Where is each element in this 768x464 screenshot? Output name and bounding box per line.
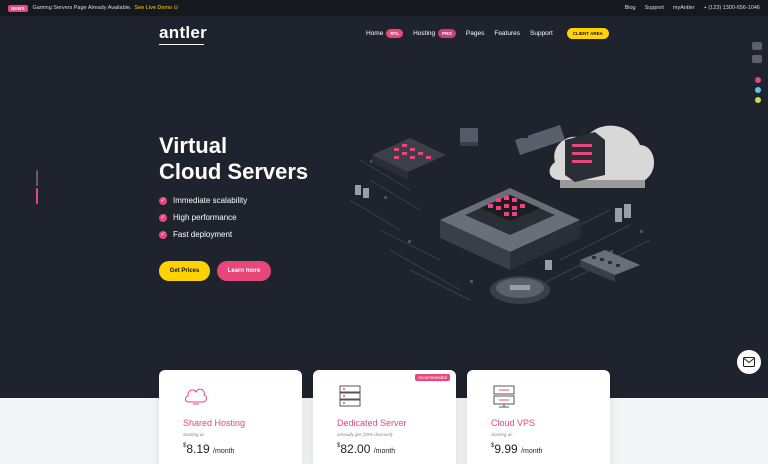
- logo[interactable]: antler: [159, 23, 207, 45]
- plan-price: $9.99 /month: [491, 442, 542, 456]
- feature-label: Fast deployment: [173, 230, 233, 239]
- get-prices-button[interactable]: Get Prices: [159, 261, 210, 281]
- phone-number[interactable]: + (123) 1300-656-1046: [704, 5, 760, 11]
- price-period: /month: [373, 448, 396, 455]
- layout-toggle-1[interactable]: [752, 42, 762, 50]
- nav-hosting-label: Hosting: [413, 30, 436, 37]
- support-link[interactable]: Support: [645, 5, 664, 11]
- plan-subtitle: Starting at:: [183, 432, 205, 437]
- color-blue-dot[interactable]: [755, 87, 761, 93]
- chat-button[interactable]: [737, 350, 761, 374]
- nav-features[interactable]: Features: [494, 30, 520, 37]
- price-value: 9.99: [494, 442, 518, 456]
- price-period: /month: [521, 448, 543, 455]
- currency-symbol: $: [337, 443, 341, 449]
- blog-link[interactable]: Blog: [625, 5, 636, 11]
- slider-indicator-2[interactable]: [36, 188, 38, 204]
- color-green-dot[interactable]: [755, 97, 761, 103]
- plan-card-dedicated[interactable]: recommended Dedicated Server annually ge…: [313, 370, 456, 464]
- price-value: 82.00: [340, 442, 371, 456]
- nav-support[interactable]: Support: [530, 30, 553, 37]
- recommended-badge: recommended: [415, 374, 450, 381]
- nav-pages[interactable]: Pages: [466, 30, 484, 37]
- price-period: /month: [213, 448, 235, 455]
- learn-more-button[interactable]: Learn more: [217, 261, 271, 281]
- myantler-link[interactable]: myAntler: [673, 5, 695, 11]
- plan-subtitle: Starting at:: [491, 432, 513, 437]
- rtl-badge: RTL: [386, 29, 404, 38]
- check-icon: ✓: [159, 230, 167, 239]
- plan-card-shared[interactable]: Shared Hosting Starting at: $8.19 /month: [159, 370, 302, 464]
- feature-item: ✓ Immediate scalability: [159, 192, 247, 209]
- arrow-circle-icon: ⊙: [173, 5, 179, 11]
- feature-item: ✓ High performance: [159, 209, 247, 226]
- plan-price: $82.00 /month: [337, 442, 395, 456]
- plan-subtitle: annually get (20% discount): [337, 432, 393, 437]
- currency-symbol: $: [183, 443, 187, 449]
- live-demo-link[interactable]: See Live Demo ⊙: [134, 5, 178, 11]
- news-badge: NEWS: [8, 4, 28, 12]
- check-icon: ✓: [159, 196, 167, 205]
- feature-item: ✓ Fast deployment: [159, 226, 247, 243]
- plan-price: $8.19 /month: [183, 442, 234, 456]
- hero-title-line2: Cloud Servers: [159, 159, 309, 184]
- nav-home[interactable]: Home RTL: [366, 29, 404, 38]
- currency-symbol: $: [491, 443, 495, 449]
- client-area-button[interactable]: CLIENT AREA: [566, 28, 609, 39]
- plan-name: Cloud VPS: [491, 418, 536, 428]
- plan-name: Dedicated Server: [337, 418, 407, 428]
- server-icon: [339, 385, 361, 407]
- top-bar: NEWS Gaming Servers Page Already Availab…: [0, 0, 768, 16]
- price-value: 8.19: [186, 442, 210, 456]
- hero-title-line1: Virtual: [159, 133, 228, 158]
- layout-toggle-2[interactable]: [752, 55, 762, 63]
- check-icon: ✓: [159, 213, 167, 222]
- mail-icon: [743, 357, 755, 367]
- slider-indicator-1[interactable]: [36, 170, 38, 186]
- feature-list: ✓ Immediate scalability ✓ High performance…: [159, 192, 247, 243]
- feature-label: High performance: [173, 213, 237, 222]
- vps-icon: [493, 385, 515, 408]
- nav-hosting[interactable]: Hosting PRO: [413, 29, 456, 38]
- pro-badge: PRO: [438, 29, 456, 38]
- cloud-server-illustration: [350, 125, 655, 304]
- plan-name: Shared Hosting: [183, 418, 246, 428]
- plan-card-vps[interactable]: Cloud VPS Starting at: $9.99 /month: [467, 370, 610, 464]
- color-pink-dot[interactable]: [755, 77, 761, 83]
- feature-label: Immediate scalability: [173, 196, 248, 205]
- nav-home-label: Home: [366, 30, 384, 37]
- hero-title: Virtual Cloud Servers: [159, 133, 308, 185]
- main-nav: Home RTL Hosting PRO Pages Features Supp…: [366, 28, 609, 39]
- cloud-icon: [185, 388, 207, 405]
- news-message: Gaming Servers Page Already Available.: [32, 5, 132, 11]
